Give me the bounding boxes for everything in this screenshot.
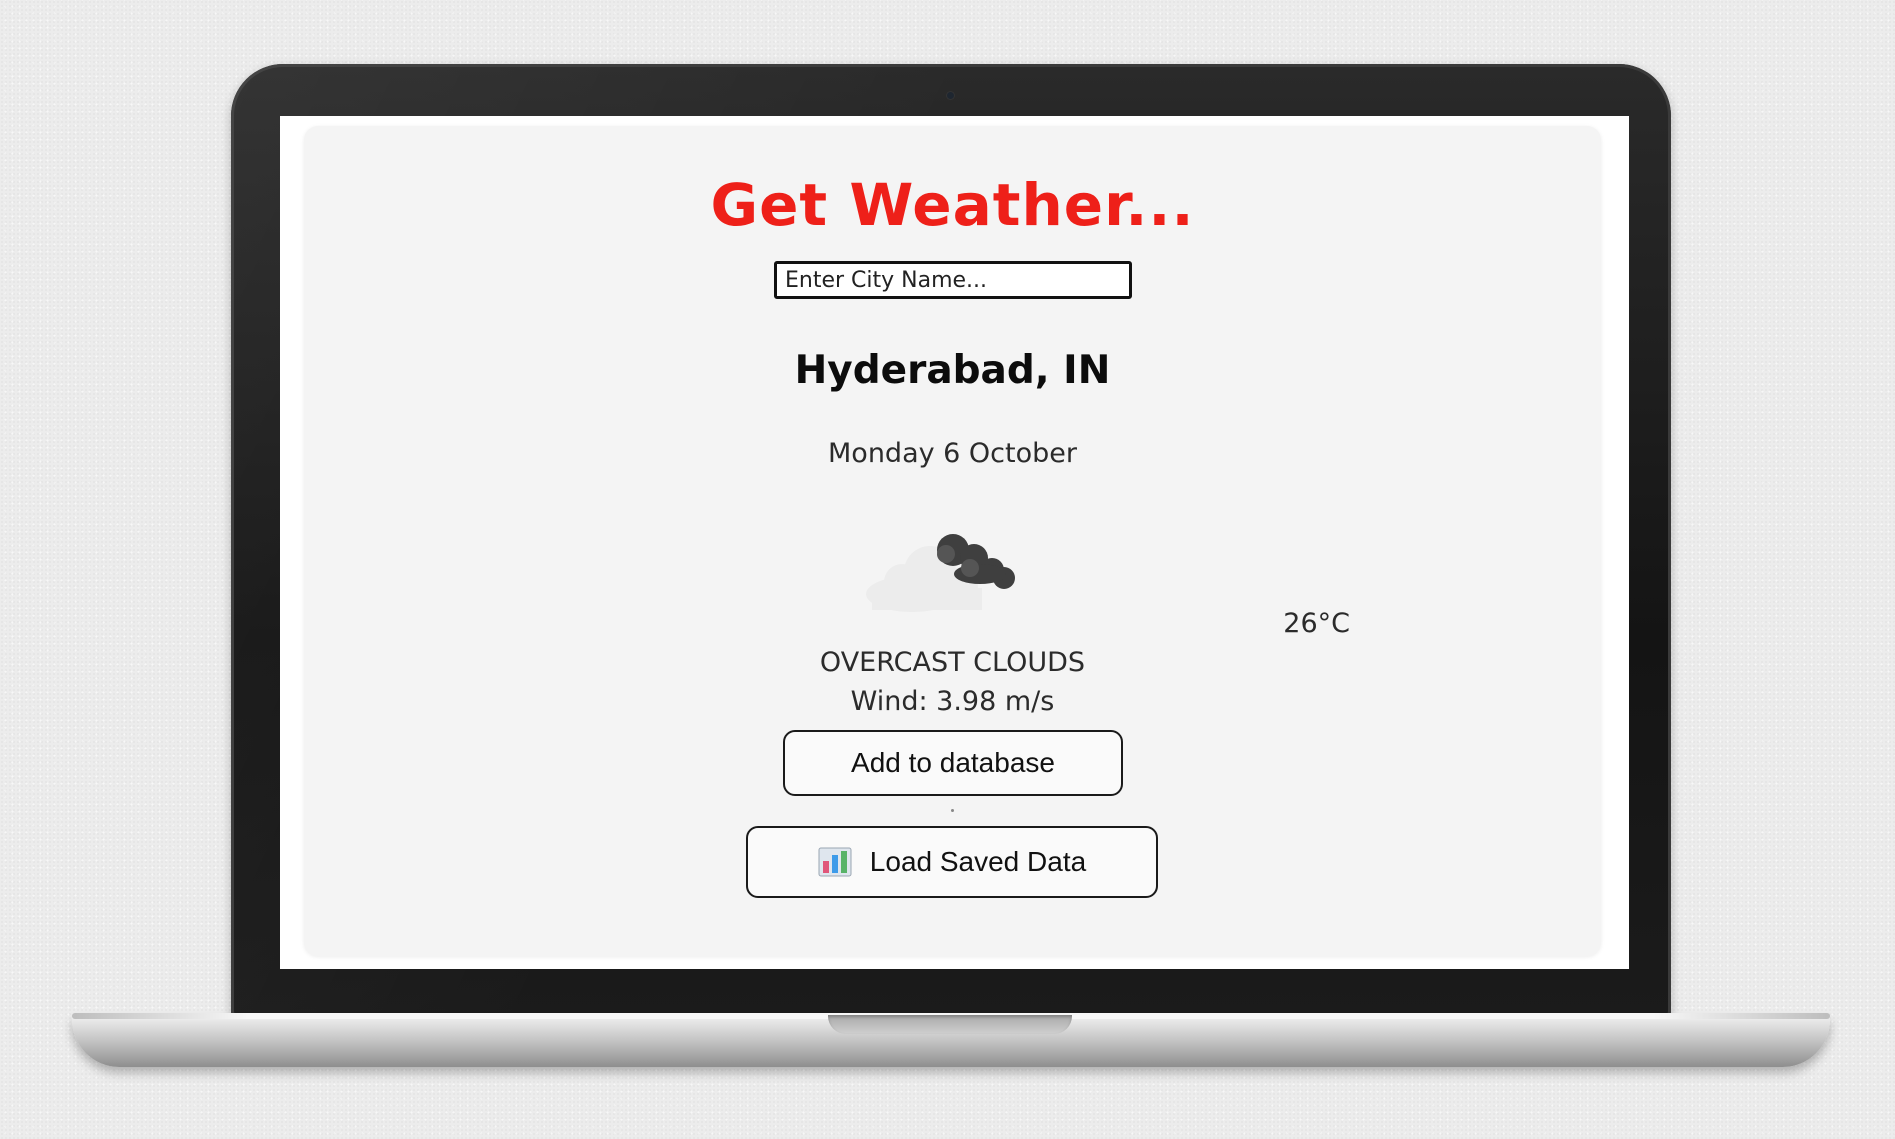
weather-app-card: Get Weather... Hyderabad, IN Monday 6 Oc… bbox=[304, 126, 1601, 956]
add-to-database-button[interactable]: Add to database bbox=[783, 730, 1123, 796]
overcast-clouds-icon bbox=[842, 506, 1042, 616]
current-date: Monday 6 October bbox=[828, 438, 1077, 469]
wind-speed: Wind: 3.98 m/s bbox=[850, 686, 1055, 717]
add-to-database-label: Add to database bbox=[851, 747, 1055, 778]
bar-chart-icon bbox=[818, 847, 852, 877]
divider-dot bbox=[951, 809, 954, 812]
laptop-notch bbox=[828, 1015, 1072, 1034]
weather-description: OVERCAST CLOUDS bbox=[819, 647, 1086, 678]
load-saved-data-label: Load Saved Data bbox=[869, 846, 1087, 877]
city-name: Hyderabad, IN bbox=[794, 348, 1111, 393]
city-search-input[interactable] bbox=[774, 261, 1132, 299]
webcam bbox=[947, 92, 954, 99]
laptop-screen: Get Weather... Hyderabad, IN Monday 6 Oc… bbox=[280, 116, 1629, 969]
app-title: Get Weather... bbox=[710, 171, 1195, 239]
load-saved-data-button[interactable]: Load Saved Data bbox=[746, 826, 1158, 898]
temperature: 26°C bbox=[1283, 608, 1350, 639]
